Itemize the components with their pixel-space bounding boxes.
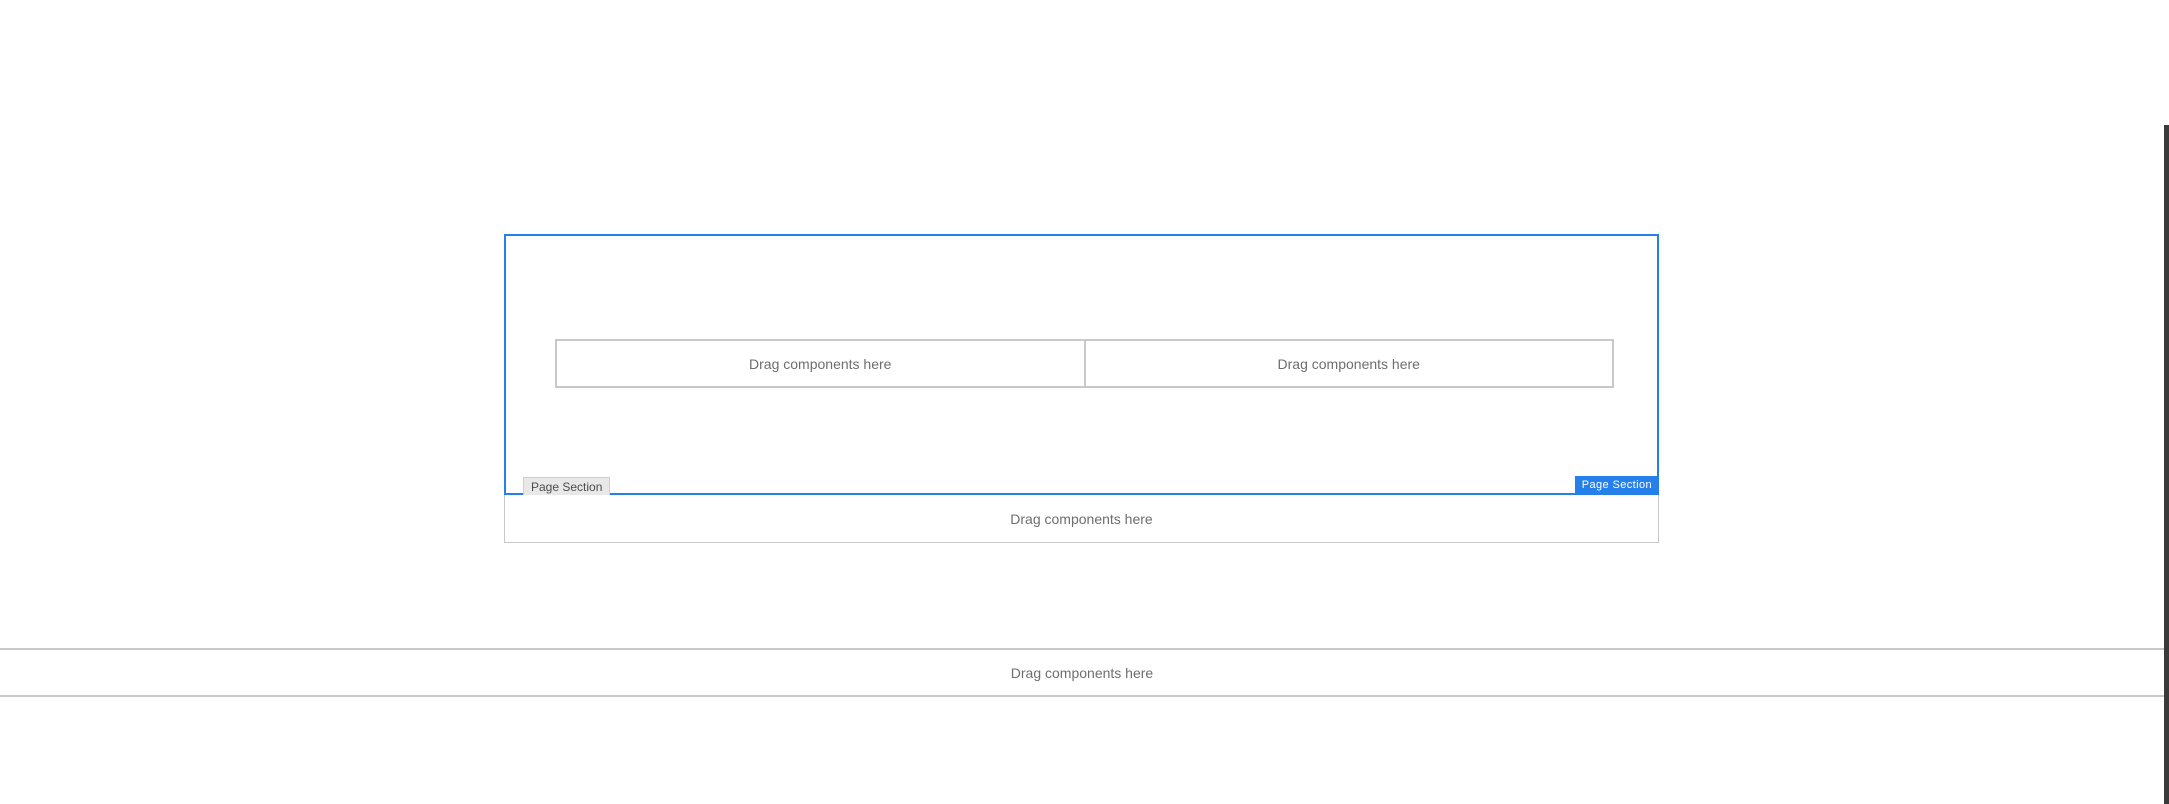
page-drop-zone[interactable]: Drag components here bbox=[0, 648, 2164, 697]
drop-zone-placeholder: Drag components here bbox=[1010, 664, 1154, 681]
drop-zone-placeholder: Drag components here bbox=[1277, 355, 1420, 372]
editor-canvas: Drag components here Drag components her… bbox=[0, 0, 2169, 804]
right-edge-scrollbar[interactable] bbox=[2164, 125, 2169, 804]
page-section[interactable]: Drag components here Drag components her… bbox=[504, 234, 1659, 497]
column-drop-zone-left[interactable]: Drag components here bbox=[555, 339, 1085, 388]
column-drop-zone-right[interactable]: Drag components here bbox=[1084, 339, 1614, 388]
page-section-selected-badge[interactable]: Page Section bbox=[1574, 476, 1659, 495]
drop-zone-placeholder: Drag components here bbox=[1010, 510, 1153, 527]
section-drop-zone[interactable]: Drag components here bbox=[504, 495, 1659, 543]
drop-zone-placeholder: Drag components here bbox=[749, 355, 892, 372]
column-layout: Drag components here Drag components her… bbox=[555, 339, 1614, 388]
page-section-label[interactable]: Page Section bbox=[523, 477, 611, 497]
